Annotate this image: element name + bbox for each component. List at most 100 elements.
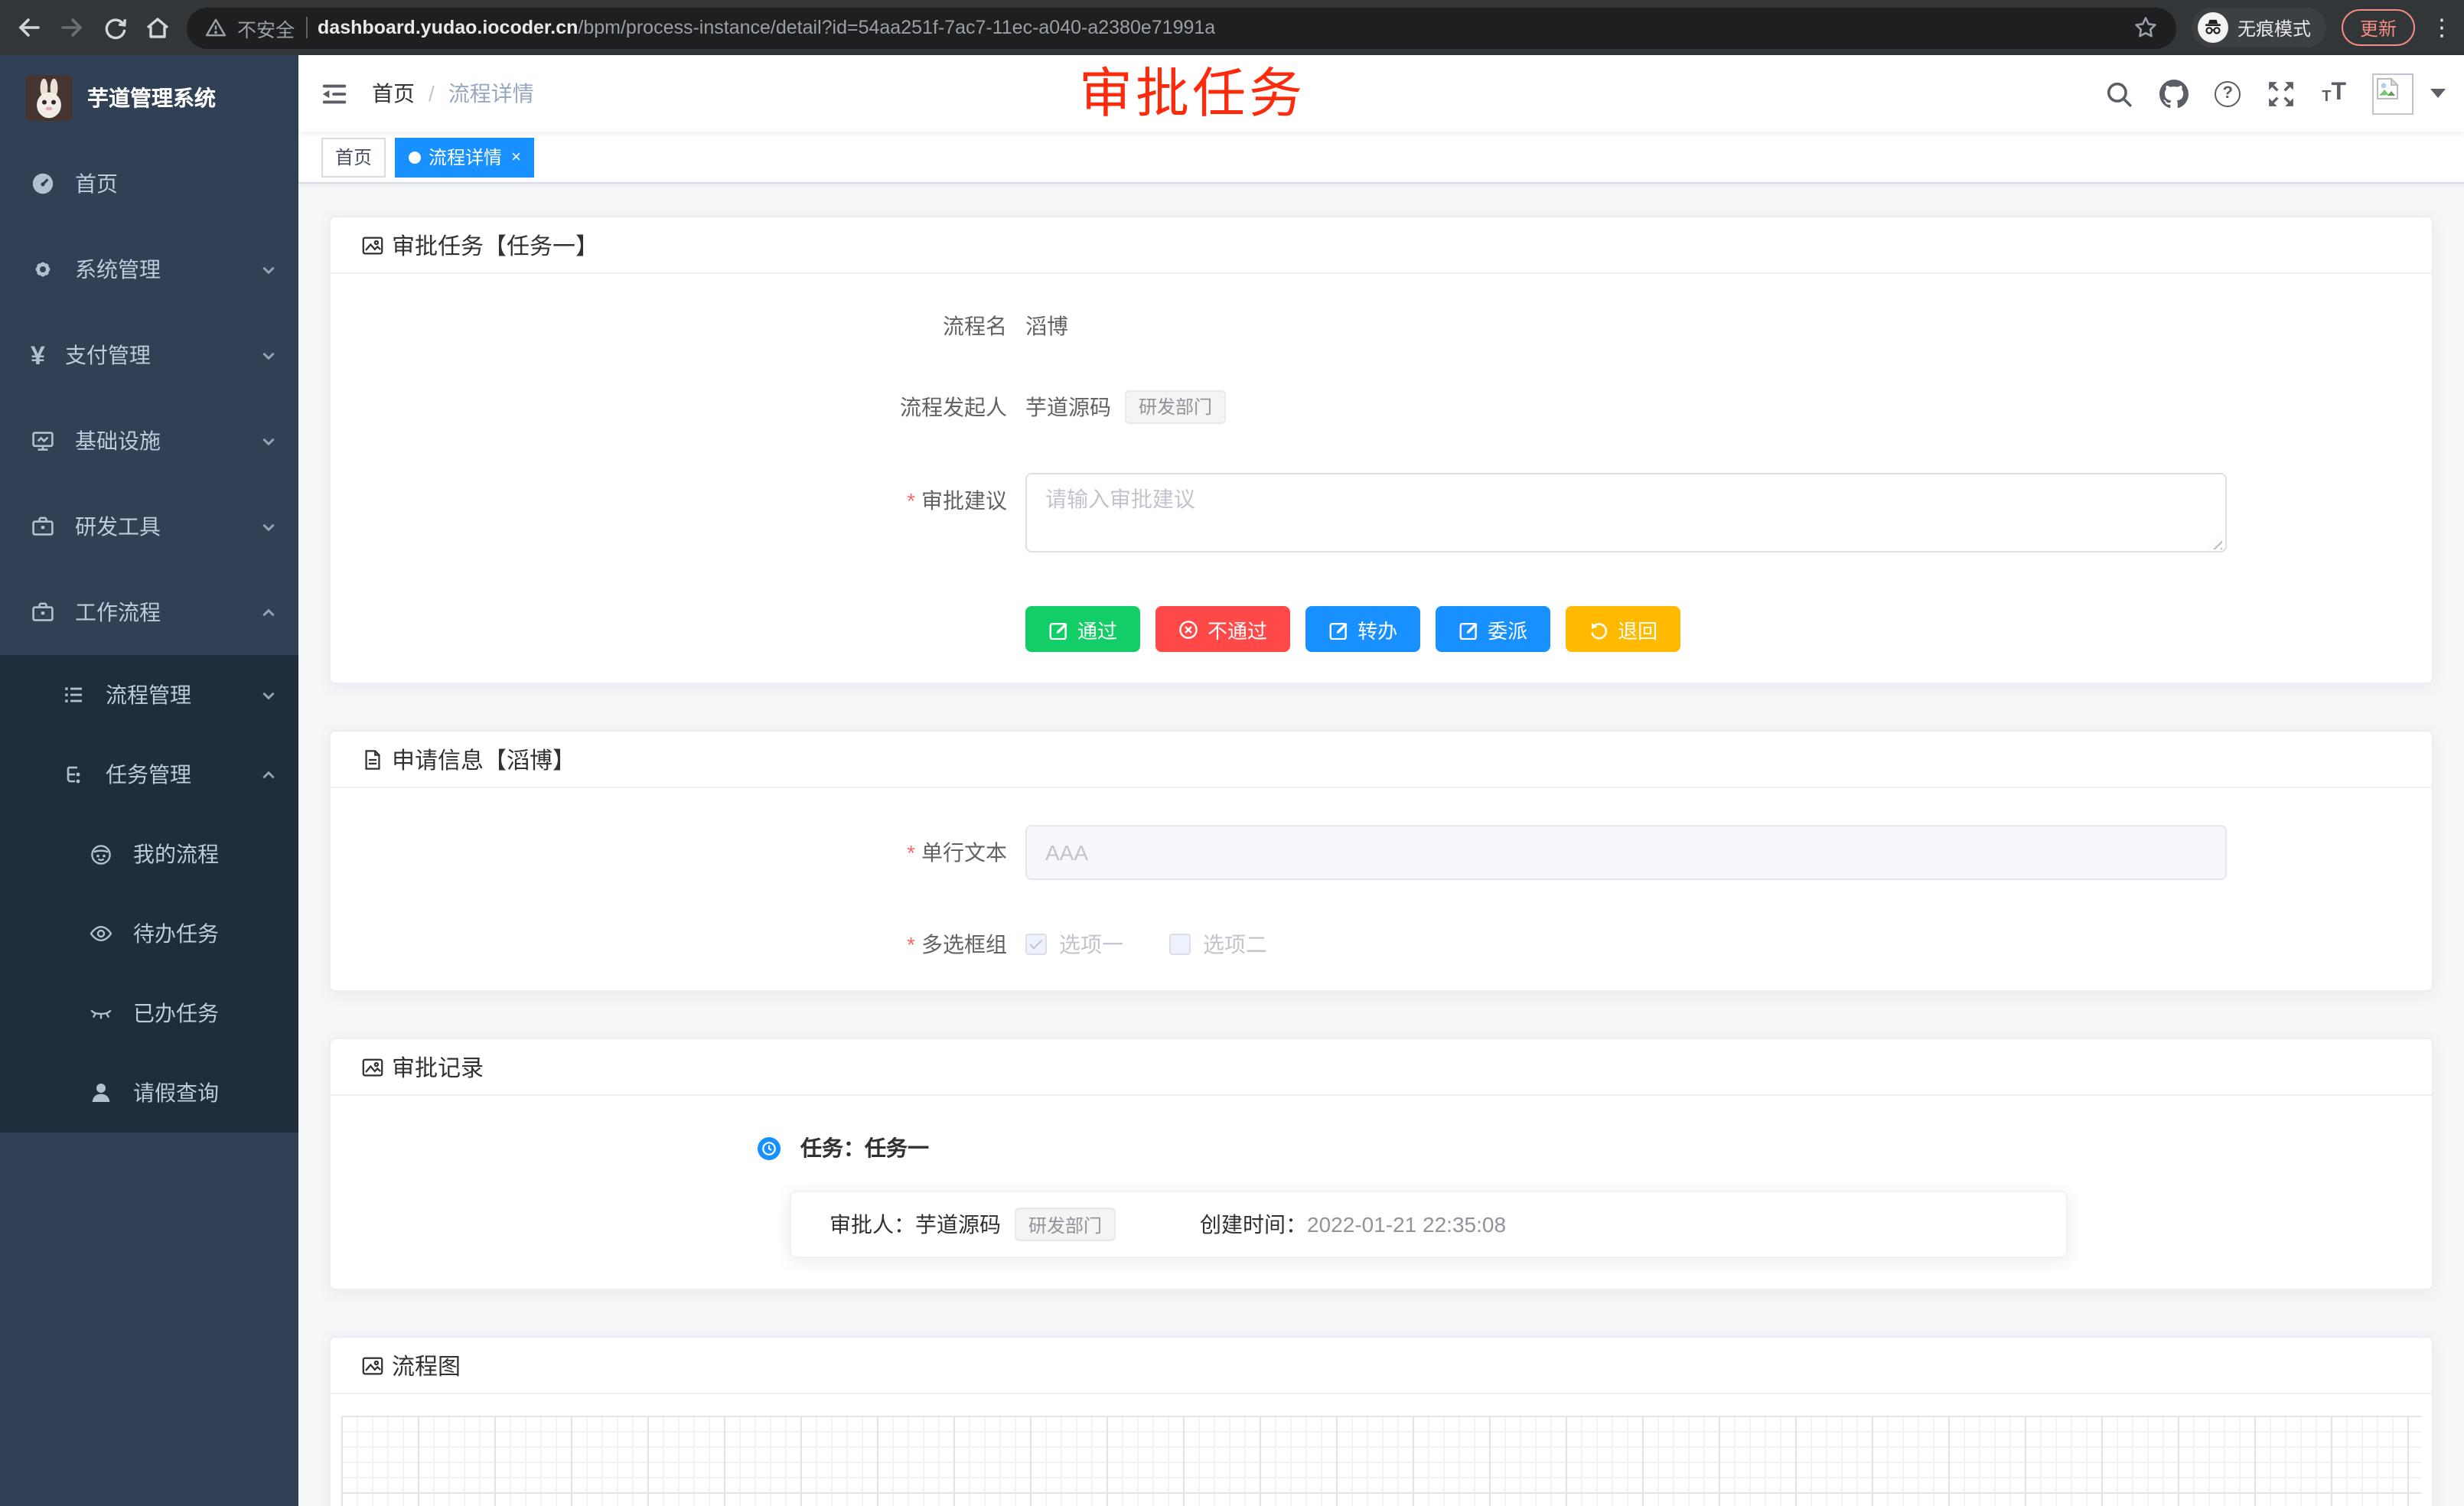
dept-tag: 研发部门 (1125, 390, 1226, 424)
field-label: 流程名 (361, 311, 1025, 341)
incognito-icon (2198, 12, 2228, 43)
list-icon (61, 683, 86, 707)
back-icon[interactable] (15, 14, 43, 41)
sidebar-item-label: 基础设施 (75, 425, 240, 456)
incognito-badge: 无痕模式 (2192, 8, 2326, 47)
tag-home[interactable]: 首页 (321, 137, 386, 177)
reject-button[interactable]: 不通过 (1155, 606, 1290, 652)
card-title: 审批记录 (392, 1051, 484, 1083)
approve-button[interactable]: 通过 (1025, 606, 1140, 652)
sidebar-item-workflow[interactable]: 工作流程 (0, 569, 298, 655)
sidebar-item-label: 待办任务 (133, 918, 277, 949)
chrome-update-button[interactable]: 更新 (2342, 9, 2415, 46)
action-buttons: 通过 不通过 转办 委 (1025, 606, 2401, 652)
sidebar-item-system[interactable]: 系统管理 (0, 227, 298, 312)
bookmark-star-icon[interactable] (2133, 15, 2158, 40)
gear-icon (31, 257, 55, 282)
process-name-row: 流程名 滔博 (361, 311, 2401, 341)
sidebar-item-done-tasks[interactable]: 已办任务 (0, 973, 298, 1053)
sidebar-item-label: 支付管理 (65, 340, 240, 370)
sidebar-item-process-mgmt[interactable]: 流程管理 (0, 655, 298, 735)
sidebar-item-home[interactable]: 首页 (0, 141, 298, 227)
help-icon[interactable] (2215, 80, 2241, 106)
monitor-icon (31, 429, 55, 453)
home-icon[interactable] (144, 14, 171, 41)
hamburger-icon[interactable] (320, 79, 349, 108)
url-host: dashboard.yudao.iocoder.cn (318, 17, 578, 38)
browser-menu-icon[interactable]: ⋮ (2430, 14, 2449, 41)
edit-icon (1459, 619, 1478, 639)
forward-icon[interactable] (58, 14, 86, 41)
avatar[interactable] (2372, 73, 2413, 114)
dashboard-icon (31, 171, 55, 196)
app-logo-row[interactable]: 芋道管理系统 (0, 55, 298, 141)
sidebar-item-label: 工作流程 (75, 597, 240, 628)
tag-process-detail[interactable]: 流程详情 × (395, 137, 535, 177)
card-title: 流程图 (392, 1349, 461, 1381)
picture-icon (361, 1055, 384, 1078)
page-content: 审批任务【任务一】 流程名 滔博 流程发起人 芋道源码 研发部门 (298, 184, 2464, 1506)
search-icon[interactable] (2104, 79, 2133, 108)
transfer-button[interactable]: 转办 (1305, 606, 1420, 652)
checkbox-option-1: 选项一 (1025, 929, 1123, 960)
url-divider (305, 17, 307, 38)
record-detail-box: 审批人： 芋道源码 研发部门 创建时间： 2022-01-21 22:35:08 (790, 1191, 2068, 1258)
sidebar-item-my-process[interactable]: 我的流程 (0, 814, 298, 894)
flow-diagram-card: 流程图 (329, 1336, 2433, 1506)
chevron-up-icon (260, 766, 277, 783)
approve-record-card: 审批记录 任务：任务一 审批人： 芋道源码 研发部门 (329, 1038, 2433, 1290)
briefcase-icon (31, 600, 55, 624)
undo-icon (1589, 619, 1608, 639)
chevron-down-icon (260, 686, 277, 703)
sidebar-item-task-mgmt[interactable]: 任务管理 (0, 735, 298, 814)
document-icon (361, 748, 384, 771)
toolbox-icon (31, 514, 55, 539)
tag-close-icon[interactable]: × (511, 148, 521, 166)
field-label: 多选框组 (361, 929, 1025, 960)
refresh-icon[interactable] (101, 14, 129, 41)
approver-label: 审批人： (829, 1209, 915, 1240)
approve-comment-input[interactable] (1025, 473, 2227, 553)
main-area: 首页 / 流程详情 审批任务 TT (298, 55, 2464, 1506)
url-path: /bpm/process-instance/detail?id=54aa251f… (578, 17, 1215, 38)
avatar-caret-icon[interactable] (2430, 89, 2446, 98)
sidebar-item-leave-query[interactable]: 请假查询 (0, 1053, 298, 1133)
fullscreen-icon[interactable] (2267, 79, 2296, 108)
picture-icon (361, 1354, 384, 1377)
browser-toolbar: 不安全 dashboard.yudao.iocoder.cn/bpm/proce… (0, 0, 2464, 55)
security-label[interactable]: 不安全 (237, 13, 295, 42)
card-header: 流程图 (331, 1338, 2432, 1394)
breadcrumb: 首页 / 流程详情 (372, 78, 534, 109)
sidebar-item-pay[interactable]: ¥ 支付管理 (0, 312, 298, 398)
checkbox-group-row: 多选框组 选项一 选项二 (361, 929, 2401, 960)
red-annotation-text: 审批任务 (1079, 55, 1305, 135)
bpmn-canvas[interactable] (341, 1416, 2421, 1506)
checkbox-group: 选项一 选项二 (1025, 929, 1267, 960)
sidebar-item-infra[interactable]: 基础设施 (0, 398, 298, 484)
field-label: 流程发起人 (361, 392, 1025, 422)
sidebar-item-label: 我的流程 (133, 839, 277, 869)
workflow-submenu: 流程管理 任务管理 我的流程 (0, 655, 298, 1133)
security-warning-icon[interactable] (205, 17, 227, 38)
picture-icon (361, 233, 384, 256)
active-dot (409, 151, 421, 163)
sidebar-item-todo-tasks[interactable]: 待办任务 (0, 894, 298, 973)
sidebar: 芋道管理系统 首页 系统管理 ¥ 支付管理 (0, 55, 298, 1506)
url-text[interactable]: dashboard.yudao.iocoder.cn/bpm/process-i… (318, 17, 1215, 38)
card-title: 审批任务【任务一】 (392, 229, 598, 261)
breadcrumb-current: 流程详情 (448, 78, 534, 109)
app-logo (26, 75, 72, 121)
checkbox-option-2: 选项二 (1169, 929, 1267, 960)
sidebar-item-label: 首页 (75, 168, 277, 199)
address-bar[interactable]: 不安全 dashboard.yudao.iocoder.cn/bpm/proce… (187, 7, 2176, 48)
sidebar-item-devtools[interactable]: 研发工具 (0, 484, 298, 569)
font-size-icon[interactable]: TT (2322, 81, 2346, 106)
navbar-actions: TT (2104, 55, 2446, 132)
sidebar-item-label: 系统管理 (75, 254, 240, 285)
breadcrumb-home[interactable]: 首页 (372, 78, 415, 109)
github-icon[interactable] (2159, 79, 2189, 108)
incognito-label: 无痕模式 (2237, 15, 2311, 41)
delegate-button[interactable]: 委派 (1436, 606, 1550, 652)
return-button[interactable]: 退回 (1566, 606, 1680, 652)
card-header: 申请信息【滔博】 (331, 732, 2432, 788)
